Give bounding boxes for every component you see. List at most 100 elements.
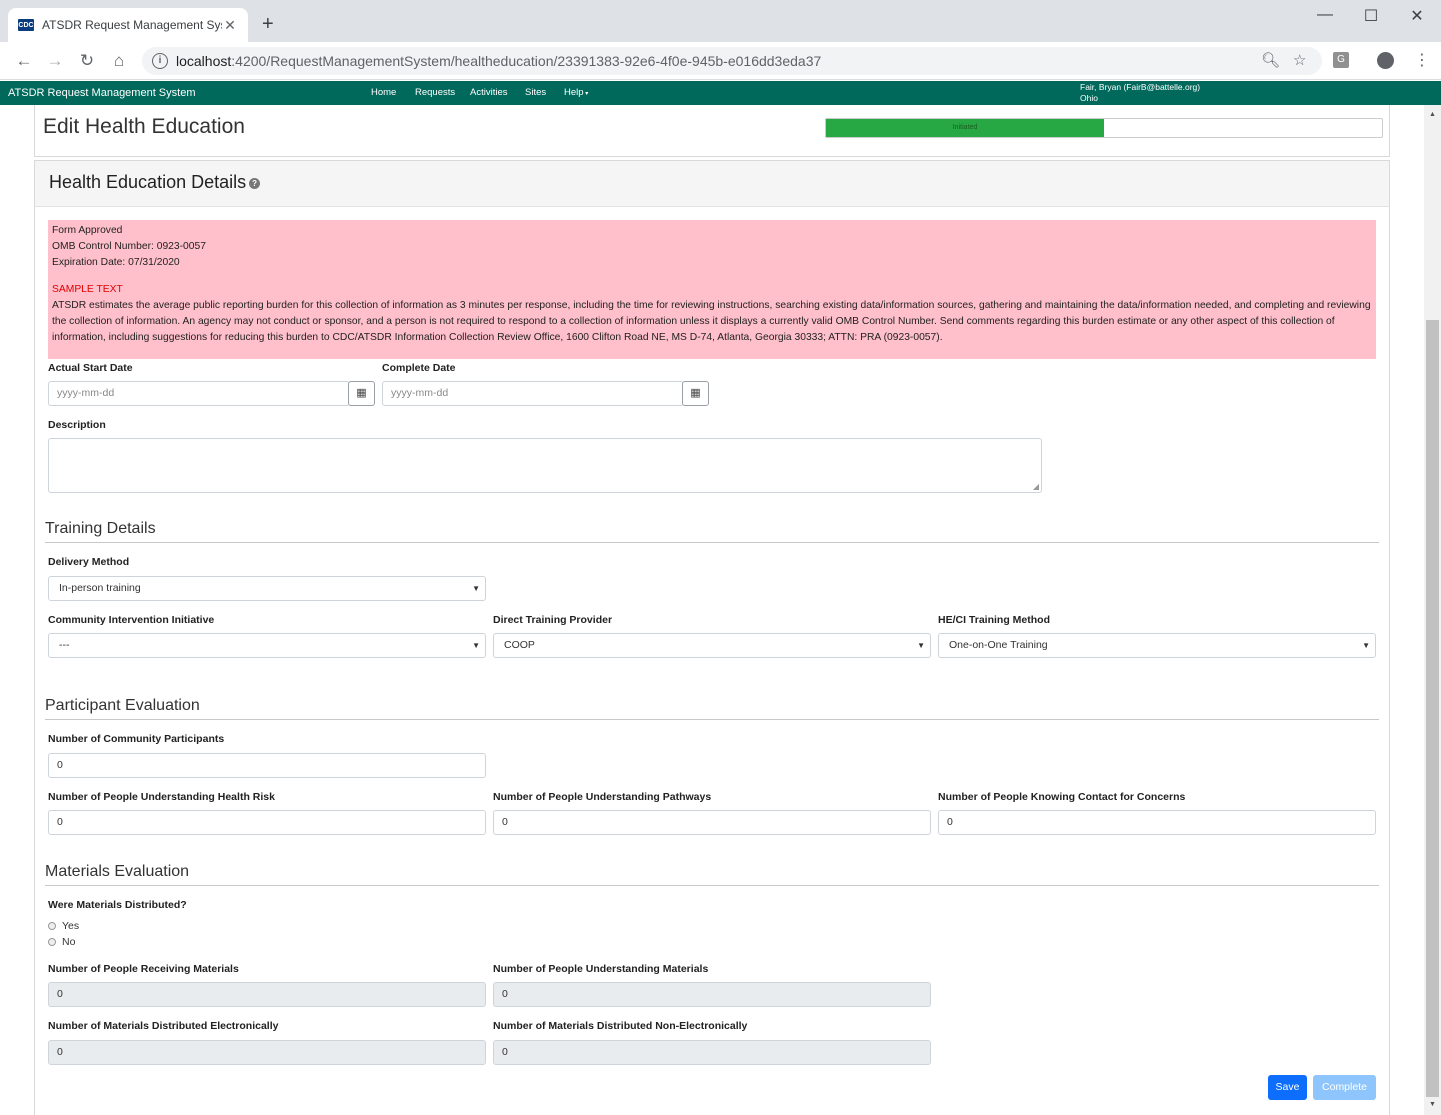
community-participants-input[interactable]: 0 [48, 753, 486, 778]
app-brand[interactable]: ATSDR Request Management System [8, 87, 195, 99]
back-icon[interactable]: ← [14, 51, 34, 71]
site-info-icon[interactable]: i [152, 53, 168, 69]
radio-button-icon[interactable] [48, 938, 56, 946]
training-method-value: One-on-One Training [949, 639, 1048, 651]
training-details-heading: Training Details [45, 520, 1379, 543]
maximize-icon[interactable]: ☐ [1348, 6, 1394, 26]
tab-title: ATSDR Request Management Sys [42, 18, 222, 32]
notice-expiration: Expiration Date: 07/31/2020 [52, 257, 180, 268]
scroll-up-icon[interactable]: ▲ [1429, 111, 1436, 118]
complete-date-input[interactable]: yyyy-mm-dd [382, 381, 684, 406]
health-risk-input[interactable]: 0 [48, 810, 486, 835]
health-risk-label: Number of People Understanding Health Ri… [48, 791, 275, 803]
community-participants-label: Number of Community Participants [48, 733, 225, 745]
tab-close-icon[interactable]: ✕ [222, 17, 238, 34]
provider-label: Direct Training Provider [493, 614, 613, 626]
page-scrollbar[interactable]: ▲ ▼ [1424, 105, 1441, 1115]
provider-select[interactable]: COOP ▼ [493, 633, 931, 658]
pathways-label: Number of People Understanding Pathways [493, 791, 712, 803]
url-host: localhost [176, 53, 232, 69]
page-header-card: Edit Health Education Initiated [34, 105, 1390, 157]
electronic-materials-input[interactable]: 0 [48, 1040, 486, 1065]
notice-sample-text: SAMPLE TEXT [52, 284, 123, 295]
profile-avatar-icon[interactable] [1377, 52, 1394, 69]
user-state: Ohio [1080, 93, 1098, 103]
scrollbar-thumb[interactable] [1426, 320, 1439, 1097]
training-method-label: HE/CI Training Method [938, 614, 1050, 626]
materials-evaluation-heading: Materials Evaluation [45, 863, 1379, 886]
user-info: Fair, Bryan (FairB@battelle.org) Ohio [1080, 82, 1200, 104]
home-icon[interactable]: ⌂ [109, 51, 129, 71]
user-name: Fair, Bryan (FairB@battelle.org) [1080, 82, 1201, 92]
browser-toolbar: ← → ↻ ⌂ i localhost:4200/RequestManageme… [0, 42, 1441, 80]
new-tab-icon[interactable]: + [262, 14, 274, 34]
zoom-icon[interactable]: 🔍︎ [1261, 51, 1280, 69]
description-textarea[interactable]: ◢ [48, 438, 1042, 493]
cdc-favicon-icon: CDC [18, 19, 34, 31]
contact-concerns-input[interactable]: 0 [938, 810, 1376, 835]
browser-menu-icon[interactable]: ⋮ [1414, 50, 1430, 70]
reload-icon[interactable]: ↻ [77, 51, 97, 71]
nav-home[interactable]: Home [371, 87, 396, 98]
dropdown-caret-icon: ▼ [917, 641, 925, 650]
page-title: Edit Health Education [43, 115, 245, 138]
scroll-down-icon[interactable]: ▼ [1429, 1101, 1436, 1108]
nonelectronic-materials-label: Number of Materials Distributed Non-Elec… [493, 1020, 748, 1032]
materials-distributed-label: Were Materials Distributed? [48, 899, 187, 911]
pathways-input[interactable]: 0 [493, 810, 931, 835]
training-method-select[interactable]: One-on-One Training ▼ [938, 633, 1376, 658]
understanding-materials-label: Number of People Understanding Materials [493, 963, 709, 975]
app-navbar: ATSDR Request Management System Home Req… [0, 81, 1441, 105]
chevron-down-icon: ▾ [583, 91, 589, 97]
electronic-materials-label: Number of Materials Distributed Electron… [48, 1020, 279, 1032]
radio-yes-label: Yes [62, 920, 80, 932]
address-bar[interactable]: i localhost:4200/RequestManagementSystem… [142, 47, 1322, 75]
nav-help[interactable]: Help ▾ [564, 87, 588, 98]
delivery-method-select[interactable]: In-person training ▼ [48, 576, 486, 601]
complete-button[interactable]: Complete [1313, 1075, 1376, 1100]
nav-help-label: Help [564, 87, 584, 98]
card-header: Health Education Details? [35, 161, 1389, 207]
nav-sites[interactable]: Sites [525, 87, 546, 98]
participant-evaluation-heading: Participant Evaluation [45, 697, 1379, 720]
omb-notice: Form Approved OMB Control Number: 0923-0… [48, 220, 1376, 359]
url-path: :4200/RequestManagementSystem/healtheduc… [231, 53, 822, 69]
card-title-text: Health Education Details [49, 172, 247, 192]
radio-yes[interactable]: Yes [48, 920, 79, 932]
receiving-materials-input[interactable]: 0 [48, 982, 486, 1007]
resize-grip-icon[interactable]: ◢ [1033, 482, 1039, 491]
receiving-materials-label: Number of People Receiving Materials [48, 963, 239, 975]
nonelectronic-materials-input[interactable]: 0 [493, 1040, 931, 1065]
status-progress-bar: Initiated [826, 119, 1104, 137]
bookmark-star-icon[interactable]: ☆ [1293, 51, 1306, 69]
help-icon[interactable]: ? [249, 178, 261, 189]
extension-icon[interactable]: G [1333, 52, 1349, 68]
cii-value: --- [59, 639, 70, 651]
radio-button-icon[interactable] [48, 922, 56, 930]
radio-no[interactable]: No [48, 936, 75, 948]
browser-tabstrip: CDC ATSDR Request Management Sys ✕ + — ☐… [0, 0, 1441, 42]
card-title: Health Education Details? [49, 172, 261, 193]
forward-icon[interactable]: → [45, 51, 65, 71]
browser-tab[interactable]: CDC ATSDR Request Management Sys ✕ [8, 8, 248, 42]
description-label: Description [48, 419, 106, 431]
notice-body: ATSDR estimates the average public repor… [52, 300, 1371, 343]
start-date-label: Actual Start Date [48, 362, 133, 374]
dropdown-caret-icon: ▼ [472, 641, 480, 650]
window-close-icon[interactable]: ✕ [1394, 6, 1440, 26]
delivery-method-label: Delivery Method [48, 556, 130, 568]
provider-value: COOP [504, 639, 535, 651]
start-date-calendar-icon[interactable]: ▦ [348, 381, 375, 406]
understanding-materials-input[interactable]: 0 [493, 982, 931, 1007]
contact-concerns-label: Number of People Knowing Contact for Con… [938, 791, 1186, 803]
cii-label: Community Intervention Initiative [48, 614, 215, 626]
start-date-input[interactable]: yyyy-mm-dd [48, 381, 350, 406]
save-button[interactable]: Save [1268, 1075, 1307, 1100]
nav-requests[interactable]: Requests [415, 87, 455, 98]
complete-date-calendar-icon[interactable]: ▦ [682, 381, 709, 406]
nav-activities[interactable]: Activities [470, 87, 507, 98]
notice-omb-number: OMB Control Number: 0923-0057 [52, 241, 206, 252]
minimize-icon[interactable]: — [1302, 6, 1348, 24]
dropdown-caret-icon: ▼ [1362, 641, 1370, 650]
cii-select[interactable]: --- ▼ [48, 633, 486, 658]
